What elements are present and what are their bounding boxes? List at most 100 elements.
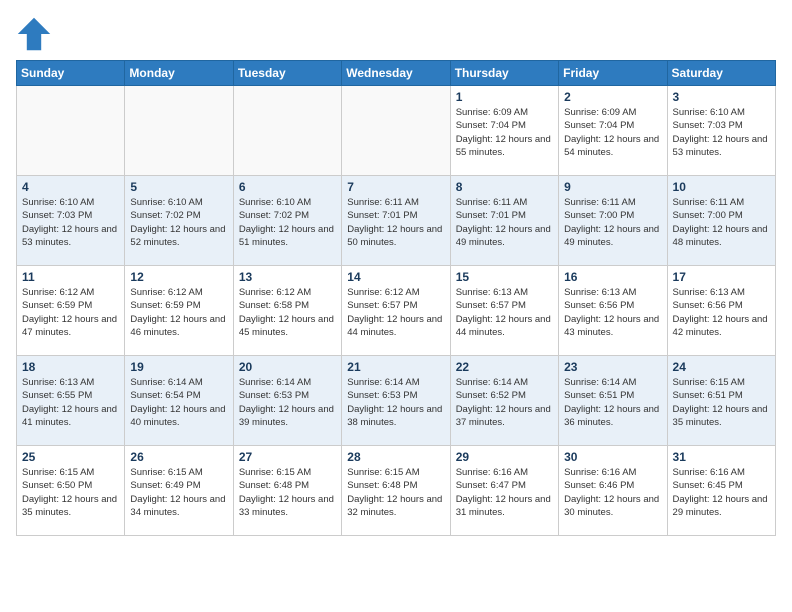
column-header-tuesday: Tuesday — [233, 61, 341, 86]
day-number: 18 — [22, 360, 119, 374]
calendar-cell: 15 Sunrise: 6:13 AM Sunset: 6:57 PM Dayli… — [450, 266, 558, 356]
day-info: Sunrise: 6:16 AM Sunset: 6:47 PM Dayligh… — [456, 466, 553, 519]
column-header-wednesday: Wednesday — [342, 61, 450, 86]
day-info: Sunrise: 6:15 AM Sunset: 6:50 PM Dayligh… — [22, 466, 119, 519]
day-info: Sunrise: 6:11 AM Sunset: 7:01 PM Dayligh… — [456, 196, 553, 249]
calendar-cell: 4Sunrise: 6:10 AM Sunset: 7:03 PM Daylig… — [17, 176, 125, 266]
column-header-friday: Friday — [559, 61, 667, 86]
day-number: 17 — [673, 270, 770, 284]
day-number: 25 — [22, 450, 119, 464]
calendar-header-row: SundayMondayTuesdayWednesdayThursdayFrid… — [17, 61, 776, 86]
day-number: 21 — [347, 360, 444, 374]
logo — [16, 16, 58, 52]
logo-icon — [16, 16, 52, 52]
day-number: 29 — [456, 450, 553, 464]
day-info: Sunrise: 6:14 AM Sunset: 6:53 PM Dayligh… — [239, 376, 336, 429]
calendar-cell: 14 Sunrise: 6:12 AM Sunset: 6:57 PM Dayli… — [342, 266, 450, 356]
day-info: Sunrise: 6:13 AM Sunset: 6:57 PM Dayligh… — [456, 286, 553, 339]
day-number: 12 — [130, 270, 227, 284]
day-number: 4 — [22, 180, 119, 194]
calendar-cell: 6 Sunrise: 6:10 AM Sunset: 7:02 PM Daylig… — [233, 176, 341, 266]
day-number: 1 — [456, 90, 553, 104]
day-info: Sunrise: 6:15 AM Sunset: 6:48 PM Dayligh… — [347, 466, 444, 519]
day-number: 5 — [130, 180, 227, 194]
day-number: 2 — [564, 90, 661, 104]
day-number: 27 — [239, 450, 336, 464]
day-info: Sunrise: 6:16 AM Sunset: 6:45 PM Dayligh… — [673, 466, 770, 519]
day-number: 22 — [456, 360, 553, 374]
day-number: 3 — [673, 90, 770, 104]
calendar-cell: 24 Sunrise: 6:15 AM Sunset: 6:51 PM Dayli… — [667, 356, 775, 446]
day-info: Sunrise: 6:12 AM Sunset: 6:57 PM Dayligh… — [347, 286, 444, 339]
day-number: 15 — [456, 270, 553, 284]
day-number: 9 — [564, 180, 661, 194]
day-info: Sunrise: 6:12 AM Sunset: 6:59 PM Dayligh… — [130, 286, 227, 339]
day-number: 7 — [347, 180, 444, 194]
day-info: Sunrise: 6:11 AM Sunset: 7:00 PM Dayligh… — [564, 196, 661, 249]
day-info: Sunrise: 6:12 AM Sunset: 6:58 PM Dayligh… — [239, 286, 336, 339]
day-info: Sunrise: 6:11 AM Sunset: 7:01 PM Dayligh… — [347, 196, 444, 249]
calendar-cell: 7 Sunrise: 6:11 AM Sunset: 7:01 PM Daylig… — [342, 176, 450, 266]
page-header — [16, 16, 776, 52]
day-info: Sunrise: 6:16 AM Sunset: 6:46 PM Dayligh… — [564, 466, 661, 519]
day-number: 8 — [456, 180, 553, 194]
calendar-cell: 17 Sunrise: 6:13 AM Sunset: 6:56 PM Dayli… — [667, 266, 775, 356]
day-info: Sunrise: 6:09 AM Sunset: 7:04 PM Dayligh… — [456, 106, 553, 159]
day-number: 26 — [130, 450, 227, 464]
day-info: Sunrise: 6:14 AM Sunset: 6:52 PM Dayligh… — [456, 376, 553, 429]
day-info: Sunrise: 6:15 AM Sunset: 6:48 PM Dayligh… — [239, 466, 336, 519]
day-number: 13 — [239, 270, 336, 284]
day-number: 23 — [564, 360, 661, 374]
day-info: Sunrise: 6:11 AM Sunset: 7:00 PM Dayligh… — [673, 196, 770, 249]
calendar-cell: 21 Sunrise: 6:14 AM Sunset: 6:53 PM Dayli… — [342, 356, 450, 446]
column-header-monday: Monday — [125, 61, 233, 86]
calendar-cell: 29 Sunrise: 6:16 AM Sunset: 6:47 PM Dayli… — [450, 446, 558, 536]
calendar-cell: 13 Sunrise: 6:12 AM Sunset: 6:58 PM Dayli… — [233, 266, 341, 356]
day-number: 31 — [673, 450, 770, 464]
day-number: 28 — [347, 450, 444, 464]
calendar-cell: 20Sunrise: 6:14 AM Sunset: 6:53 PM Dayli… — [233, 356, 341, 446]
day-info: Sunrise: 6:15 AM Sunset: 6:51 PM Dayligh… — [673, 376, 770, 429]
calendar-week-row: 18 Sunrise: 6:13 AM Sunset: 6:55 PM Dayli… — [17, 356, 776, 446]
day-info: Sunrise: 6:13 AM Sunset: 6:55 PM Dayligh… — [22, 376, 119, 429]
day-number: 19 — [130, 360, 227, 374]
day-info: Sunrise: 6:14 AM Sunset: 6:51 PM Dayligh… — [564, 376, 661, 429]
calendar-week-row: 11 Sunrise: 6:12 AM Sunset: 6:59 PM Dayli… — [17, 266, 776, 356]
calendar-cell — [342, 86, 450, 176]
calendar-week-row: 25 Sunrise: 6:15 AM Sunset: 6:50 PM Dayli… — [17, 446, 776, 536]
calendar-cell — [17, 86, 125, 176]
calendar-cell: 10 Sunrise: 6:11 AM Sunset: 7:00 PM Dayli… — [667, 176, 775, 266]
calendar-cell: 5 Sunrise: 6:10 AM Sunset: 7:02 PM Daylig… — [125, 176, 233, 266]
day-info: Sunrise: 6:14 AM Sunset: 6:53 PM Dayligh… — [347, 376, 444, 429]
calendar-cell: 1 Sunrise: 6:09 AM Sunset: 7:04 PM Daylig… — [450, 86, 558, 176]
calendar-cell: 16Sunrise: 6:13 AM Sunset: 6:56 PM Dayli… — [559, 266, 667, 356]
calendar-cell: 28 Sunrise: 6:15 AM Sunset: 6:48 PM Dayli… — [342, 446, 450, 536]
day-number: 14 — [347, 270, 444, 284]
day-number: 10 — [673, 180, 770, 194]
calendar-cell: 18 Sunrise: 6:13 AM Sunset: 6:55 PM Dayli… — [17, 356, 125, 446]
calendar-cell — [125, 86, 233, 176]
calendar-cell: 11 Sunrise: 6:12 AM Sunset: 6:59 PM Dayli… — [17, 266, 125, 356]
day-info: Sunrise: 6:10 AM Sunset: 7:02 PM Dayligh… — [239, 196, 336, 249]
day-number: 6 — [239, 180, 336, 194]
calendar-cell: 27 Sunrise: 6:15 AM Sunset: 6:48 PM Dayli… — [233, 446, 341, 536]
day-number: 24 — [673, 360, 770, 374]
day-info: Sunrise: 6:15 AM Sunset: 6:49 PM Dayligh… — [130, 466, 227, 519]
day-info: Sunrise: 6:13 AM Sunset: 6:56 PM Dayligh… — [564, 286, 661, 339]
calendar-cell: 9 Sunrise: 6:11 AM Sunset: 7:00 PM Daylig… — [559, 176, 667, 266]
day-info: Sunrise: 6:10 AM Sunset: 7:02 PM Dayligh… — [130, 196, 227, 249]
calendar-cell: 3Sunrise: 6:10 AM Sunset: 7:03 PM Daylig… — [667, 86, 775, 176]
day-number: 30 — [564, 450, 661, 464]
calendar-cell: 31 Sunrise: 6:16 AM Sunset: 6:45 PM Dayli… — [667, 446, 775, 536]
calendar-cell — [233, 86, 341, 176]
calendar-cell: 12 Sunrise: 6:12 AM Sunset: 6:59 PM Dayli… — [125, 266, 233, 356]
day-info: Sunrise: 6:13 AM Sunset: 6:56 PM Dayligh… — [673, 286, 770, 339]
day-info: Sunrise: 6:12 AM Sunset: 6:59 PM Dayligh… — [22, 286, 119, 339]
calendar-week-row: 4Sunrise: 6:10 AM Sunset: 7:03 PM Daylig… — [17, 176, 776, 266]
calendar-cell: 26 Sunrise: 6:15 AM Sunset: 6:49 PM Dayli… — [125, 446, 233, 536]
column-header-thursday: Thursday — [450, 61, 558, 86]
calendar-cell: 22 Sunrise: 6:14 AM Sunset: 6:52 PM Dayli… — [450, 356, 558, 446]
calendar-cell: 8 Sunrise: 6:11 AM Sunset: 7:01 PM Daylig… — [450, 176, 558, 266]
calendar-cell: 2Sunrise: 6:09 AM Sunset: 7:04 PM Daylig… — [559, 86, 667, 176]
day-number: 11 — [22, 270, 119, 284]
